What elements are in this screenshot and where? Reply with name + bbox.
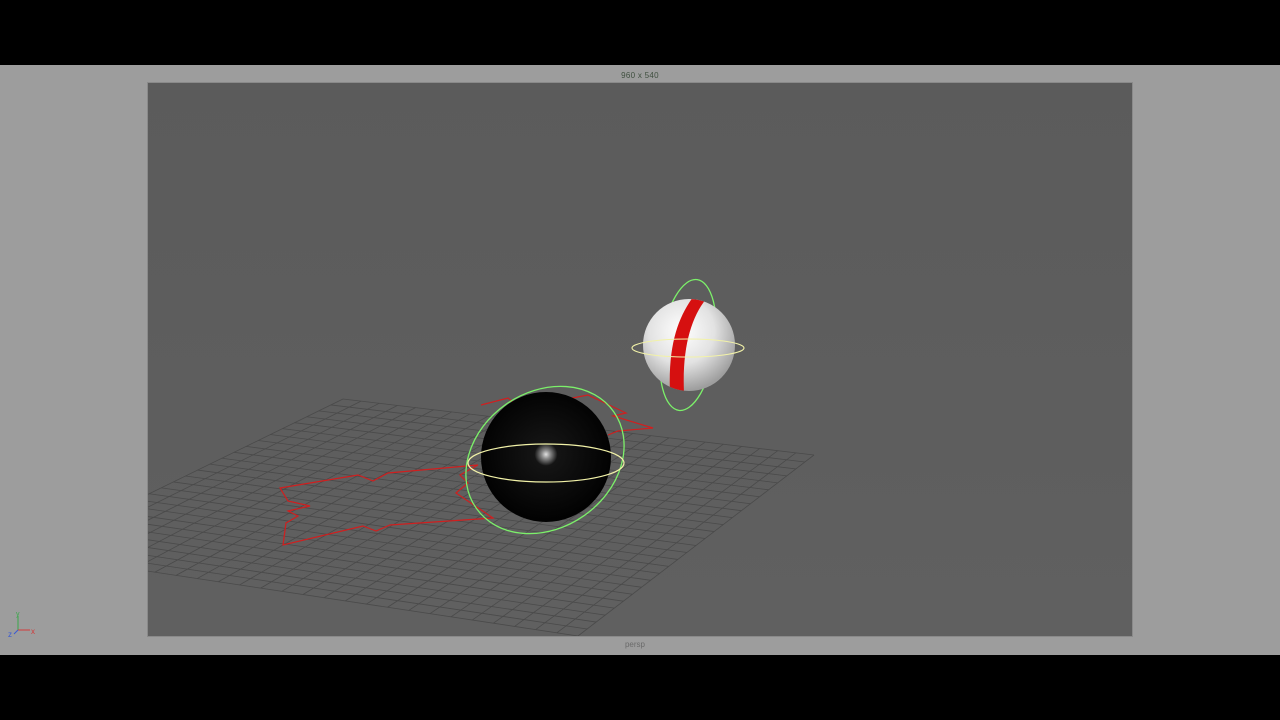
axis-z-label: z xyxy=(8,630,12,639)
grid-line xyxy=(148,570,579,636)
grid-line xyxy=(148,402,380,521)
curve-outline[interactable] xyxy=(279,464,495,546)
letterbox-bottom xyxy=(0,655,1280,720)
letterbox-top xyxy=(0,0,1280,65)
grid-line xyxy=(148,398,344,495)
axis-y-label: y xyxy=(16,611,20,618)
axis-gizmo: x y z xyxy=(8,610,42,640)
grid-line xyxy=(577,454,815,636)
axis-z-line xyxy=(13,629,19,635)
black-sphere[interactable] xyxy=(481,392,611,522)
resolution-gate-label: 960 x 540 xyxy=(621,71,659,80)
perspective-viewport[interactable]: 960 x 540 x y z persp xyxy=(0,65,1280,655)
scene-canvas[interactable] xyxy=(148,83,1132,636)
camera-name-label: persp xyxy=(624,640,645,649)
maya-playblast-frame: 960 x 540 x y z persp xyxy=(0,0,1280,720)
render-resolution-gate[interactable] xyxy=(148,83,1132,636)
striped-sphere-group[interactable] xyxy=(631,276,745,414)
ground-grid[interactable] xyxy=(148,398,815,636)
axis-x-label: x xyxy=(31,627,35,636)
